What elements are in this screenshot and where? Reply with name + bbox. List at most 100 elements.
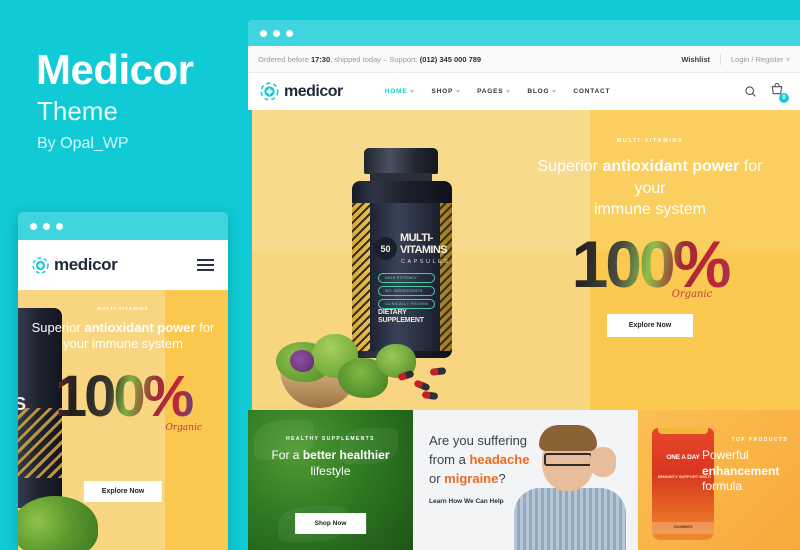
hero-explore-button[interactable]: Explore Now: [606, 313, 694, 337]
card1-shop-now-button[interactable]: Shop Now: [294, 513, 367, 534]
mobile-logo[interactable]: medicor: [32, 255, 118, 275]
wishlist-link[interactable]: Wishlist: [681, 55, 710, 64]
bottle-title: MULTI- VITAMINS: [400, 232, 448, 256]
mobile-browser-chrome: [18, 212, 228, 240]
card1-headline-pre: For a: [271, 448, 303, 462]
browser-window: Ordered before 17:30, shipped today – Su…: [248, 20, 800, 550]
site-logo[interactable]: medicor: [260, 82, 343, 101]
card2-line3-pre: or: [429, 470, 445, 486]
window-dot-close-icon[interactable]: [30, 222, 37, 230]
bottle-cap: [364, 148, 438, 174]
jar-cap: [658, 428, 708, 434]
notice-pre: Ordered before: [258, 54, 311, 64]
chevron-down-icon: [456, 90, 461, 93]
promo-card-top-products[interactable]: ONE A DAY IMMUNITY SUPPORT MULTI GUMMIES…: [638, 410, 800, 550]
shipping-notice: Ordered before 17:30, shipped today – Su…: [258, 55, 481, 64]
mobile-headline-strong: antioxidant power: [84, 320, 196, 335]
hero-edge-accent: [248, 110, 252, 410]
medicor-cross-icon: [32, 256, 49, 274]
hero-banner: 50 MULTI- VITAMINS CAPSULES HIGH POTENCY…: [248, 110, 800, 410]
nav-item-pages-label: PAGES: [477, 88, 504, 95]
hero-big-number: 100%: [500, 231, 800, 297]
nav-item-contact[interactable]: CONTACT: [573, 88, 610, 95]
cart-count-badge: 0: [779, 93, 789, 103]
chevron-down-icon: [506, 90, 511, 93]
bottle-title-line2: VITAMINS: [400, 243, 448, 256]
card2-line3-post: ?: [498, 470, 506, 486]
card2-headline: Are you suffering from a headache or mig…: [429, 432, 529, 489]
window-dot-close-icon[interactable]: [260, 29, 267, 37]
person-body: [514, 488, 626, 550]
search-icon[interactable]: [744, 85, 757, 98]
hero-content: MULTI-VITAMINS Superior antioxidant powe…: [500, 110, 800, 410]
mobile-organic-label: Organic: [165, 423, 202, 433]
nav-item-shop-label: SHOP: [431, 88, 454, 95]
chevron-down-icon: [410, 90, 415, 93]
hamburger-icon[interactable]: [197, 259, 214, 271]
nav-item-contact-label: CONTACT: [573, 88, 611, 95]
nav-item-shop[interactable]: SHOP: [431, 88, 461, 95]
card3-headline: Powerful enhancement formula: [702, 448, 788, 495]
window-dot-maximize-icon[interactable]: [286, 29, 293, 37]
cart-button[interactable]: 0: [770, 82, 789, 103]
bottle-count-badge: 50: [374, 237, 397, 260]
nav-actions: 0: [744, 82, 789, 103]
capsule: [413, 379, 431, 392]
mobile-preview-card: medicor NS MULTI-VITAMINS Superior antio…: [18, 212, 228, 550]
herb-purple-leaf: [290, 350, 314, 372]
mobile-hero-headline: Superior antioxidant power for your immu…: [26, 320, 220, 353]
promo-author: By Opal_WP: [37, 135, 129, 152]
nav-item-blog[interactable]: BLOG: [527, 88, 557, 95]
capsule: [397, 369, 415, 382]
window-dot-maximize-icon[interactable]: [56, 222, 63, 230]
primary-menu: HOME SHOP PAGES BLOG CONTACT: [385, 88, 611, 95]
jar-band: GUMMIES: [652, 522, 714, 534]
mobile-hero-number: 100%: [18, 368, 228, 426]
card2-learn-more-link[interactable]: Learn How We Can Help: [429, 498, 504, 505]
mobile-navbar: medicor: [18, 240, 228, 290]
topbar-links: Wishlist Login / Register ˅: [681, 53, 790, 65]
mobile-explore-button[interactable]: Explore Now: [83, 481, 163, 502]
nav-item-pages[interactable]: PAGES: [477, 88, 511, 95]
card3-headline-post: formula: [702, 479, 743, 494]
window-dot-minimize-icon[interactable]: [43, 222, 50, 230]
card1-headline: For a better healthier lifestyle: [256, 448, 405, 479]
promo-subtitle: Theme: [37, 96, 118, 126]
capsules-image: [397, 366, 456, 401]
bottle-footer-line1: DIETARY: [378, 309, 407, 316]
card2-line1: Are you suffering: [429, 433, 528, 448]
promo-card-supplements[interactable]: HEALTHY SUPPLEMENTS For a better healthi…: [248, 410, 413, 550]
card2-line2-pre: from a: [429, 451, 470, 467]
person-hair: [539, 425, 597, 451]
mobile-logo-text: medicor: [54, 255, 118, 274]
account-link[interactable]: Login / Register ˅: [731, 55, 790, 64]
nav-item-home[interactable]: HOME: [385, 88, 415, 95]
utility-topbar: Ordered before 17:30, shipped today – Su…: [248, 46, 800, 73]
card3-headline-strong: enhancement: [702, 463, 780, 478]
mobile-hero-eyebrow: MULTI-VITAMINS: [97, 306, 149, 311]
account-link-label: Login / Register: [731, 54, 784, 64]
hero-headline-line2: immune system: [593, 201, 707, 219]
hero-headline-pre: Superior: [537, 158, 603, 175]
card1-headline-post: lifestyle: [310, 463, 351, 478]
page-root: Medicor Theme By Opal_WP medicor NS: [0, 0, 800, 550]
card1-eyebrow: HEALTHY SUPPLEMENTS: [286, 436, 375, 442]
bottle-subtitle: CAPSULES: [401, 259, 451, 265]
promo-card-headache[interactable]: Are you suffering from a headache or mig…: [413, 410, 638, 550]
capsule: [429, 367, 447, 376]
card1-headline-strong: better healthier: [302, 448, 390, 462]
mobile-headline-pre: Superior: [31, 320, 85, 335]
hero-headline: Superior antioxidant power for your immu…: [500, 156, 800, 221]
window-dot-minimize-icon[interactable]: [273, 29, 280, 37]
divider: [720, 53, 721, 65]
bottle-claim: CLINICALLY PROVEN: [378, 299, 436, 309]
nav-item-home-label: HOME: [384, 88, 408, 95]
chevron-down-icon: [552, 90, 557, 93]
person-glasses: [544, 453, 592, 466]
card2-line2-strong: headache: [469, 451, 530, 467]
jar-band-text: GUMMIES: [673, 524, 693, 529]
nav-item-blog-label: BLOG: [527, 88, 550, 95]
medicor-cross-icon: [260, 82, 279, 101]
herbs-image: [276, 322, 466, 408]
card3-eyebrow: TOP PRODUCTS: [731, 437, 788, 443]
